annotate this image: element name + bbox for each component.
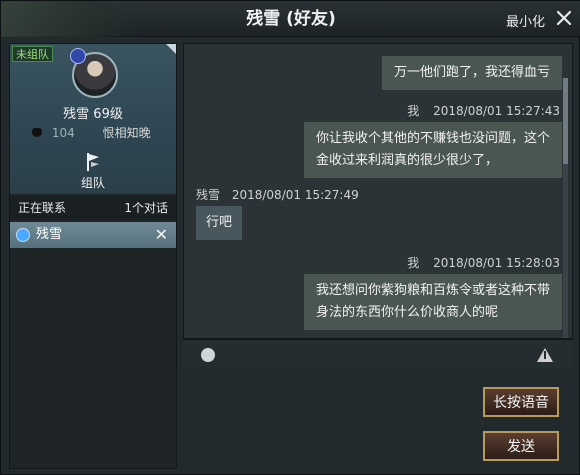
heart-icon	[32, 128, 42, 137]
message-bubble: 我还想问你紫狗粮和百炼令或者这种不带 身法的东西你什么价收商人的呢	[303, 274, 562, 330]
minimize-button[interactable]: 最小化	[506, 11, 545, 30]
send-button[interactable]: 发送	[483, 431, 559, 461]
message-bubble: 万一他们跑了，我还得血亏	[381, 56, 562, 90]
flag-icon	[87, 153, 99, 171]
chat-bubble-icon	[16, 228, 30, 242]
message-meta: 残雪 2018/08/01 15:27:49	[196, 186, 359, 203]
contacts-header: 正在联系 1个对话	[10, 196, 176, 220]
input-toolbar	[183, 339, 573, 369]
warning-mark	[544, 351, 546, 359]
friend-name-level: 残雪 69级	[10, 103, 176, 122]
message-bubble: 你让我收个其他的不赚钱也没问题，这个 金收过来利润真的很少很少了，	[303, 122, 562, 178]
contact-item[interactable]: 残雪 ✕	[10, 222, 176, 248]
chat-window: 残雪 (好友) 最小化 未组队 残雪 69级 104 恨相知晚 组队 正在联系 …	[0, 0, 580, 475]
team-button[interactable]: 组队	[73, 150, 113, 192]
title-bar: 残雪 (好友) 最小化	[1, 1, 580, 37]
voice-button[interactable]: 长按语音	[483, 387, 559, 417]
message-sender: 我	[407, 104, 420, 118]
friend-name: 残雪	[63, 107, 90, 122]
left-panel: 未组队 残雪 69级 104 恨相知晚 组队 正在联系 1个对话 残雪 ✕	[9, 43, 177, 469]
team-button-label: 组队	[80, 176, 105, 190]
contact-name: 残雪	[36, 227, 63, 242]
message-sender: 残雪	[196, 188, 221, 202]
message-list[interactable]: 万一他们跑了，我还得血亏 我 2018/08/01 15:27:43 你让我收个…	[183, 43, 573, 339]
message-time: 2018/08/01 15:27:49	[231, 188, 359, 202]
contacts-header-label: 正在联系	[18, 201, 67, 215]
team-status-badge: 未组队	[12, 46, 53, 62]
message-bubble: 行吧	[196, 206, 243, 240]
friend-level: 69级	[93, 107, 123, 122]
relation-title: 恨相知晚	[102, 126, 151, 140]
close-contact-icon[interactable]: ✕	[155, 222, 168, 248]
corner-fold	[166, 44, 176, 54]
message-sender: 我	[407, 256, 420, 270]
message-time: 2018/08/01 15:27:43	[433, 104, 560, 118]
friend-stats: 104 恨相知晚	[32, 124, 151, 141]
friend-profile: 未组队 残雪 69级 104 恨相知晚 组队	[10, 44, 176, 194]
message-line: 身法的东西你什么价收商人的呢	[315, 305, 498, 320]
scrollbar-thumb[interactable]	[563, 78, 568, 164]
scrollbar[interactable]	[563, 78, 568, 338]
message-line: 你让我收个其他的不赚钱也没问题，这个	[315, 131, 550, 146]
message-time: 2018/08/01 15:28:03	[433, 256, 560, 270]
emoji-icon[interactable]	[201, 348, 215, 362]
message-meta: 我 2018/08/01 15:28:03	[407, 254, 560, 271]
message-meta: 我 2018/08/01 15:27:43	[407, 102, 560, 119]
window-title: 残雪 (好友)	[246, 9, 336, 29]
close-icon[interactable]	[553, 7, 575, 29]
friendliness-value: 104	[51, 126, 75, 140]
message-line: 我还想问你紫狗粮和百炼令或者这种不带	[315, 283, 550, 298]
message-line: 金收过来利润真的很少很少了，	[315, 153, 498, 168]
conversation-count: 1个对话	[124, 201, 168, 215]
level-badge-icon	[70, 48, 86, 64]
